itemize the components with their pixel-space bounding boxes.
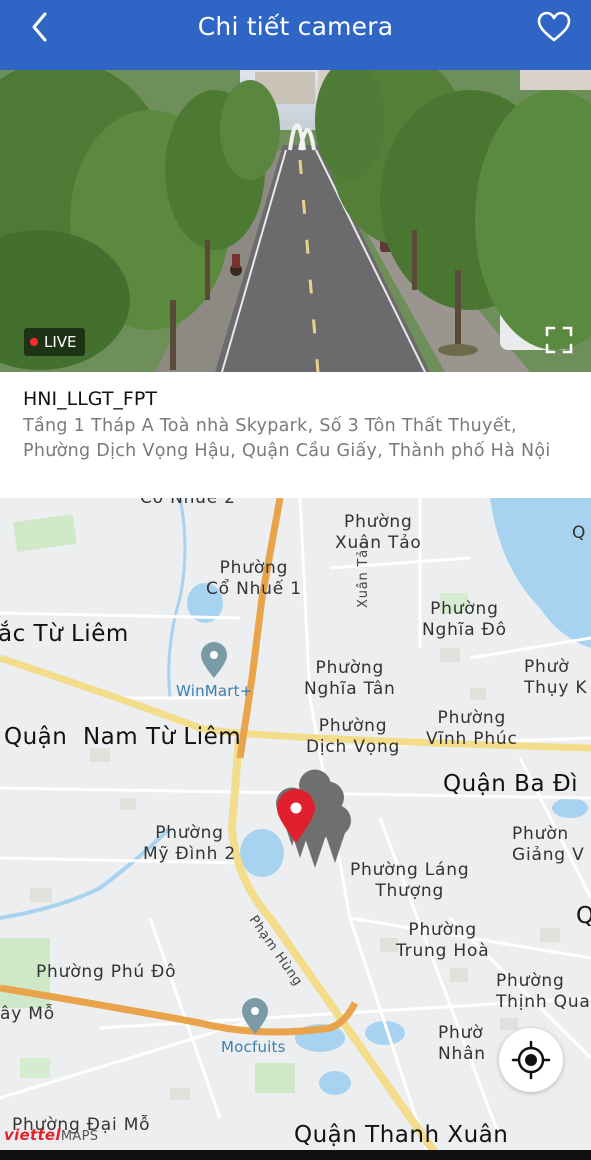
ward-label-nghia-do: Phường Nghĩa Đô bbox=[422, 599, 507, 640]
ward-label-trung-hoa: Phường Trung Hoà bbox=[396, 920, 490, 961]
district-label-nam-tu-liem: Quận Nam Từ Liêm bbox=[4, 724, 242, 750]
favorite-button[interactable] bbox=[536, 10, 572, 44]
ward-label-tay-mo: ây Mỗ bbox=[0, 1004, 55, 1024]
district-label-q-right: Q bbox=[576, 903, 591, 929]
app-header: Chi tiết camera bbox=[0, 0, 591, 70]
poi-label-winmart[interactable]: WinMart+ bbox=[176, 682, 253, 700]
ward-label-thuy-khue: Phườ Thụy K bbox=[524, 657, 588, 698]
ward-label-phu-do: Phường Phú Đô bbox=[36, 962, 177, 982]
camera-info-panel: HNI_LLGT_FPT Tầng 1 Tháp A Toà nhà Skypa… bbox=[0, 372, 591, 498]
brand-primary-text: viettel bbox=[4, 1126, 61, 1144]
district-label-ba-dinh: Quận Ba Đì bbox=[443, 771, 579, 797]
locate-me-button[interactable] bbox=[499, 1028, 563, 1092]
ward-label-lang-thuong: Phường Láng Thượng bbox=[350, 860, 470, 901]
poi-label-mocfuits[interactable]: Mocfuits bbox=[221, 1038, 286, 1056]
map-view[interactable]: Cổ Nhuế 2 Phường Xuân Tảo Phường Cổ Nhuế… bbox=[0, 498, 591, 1160]
fullscreen-button[interactable] bbox=[545, 326, 573, 354]
brand-secondary-text: MAPS bbox=[60, 1129, 99, 1144]
camera-name: HNI_LLGT_FPT bbox=[23, 388, 157, 410]
ward-label-co-nhue-2: Cổ Nhuế 2 bbox=[140, 498, 236, 508]
ward-label-nhan-chinh: Phườ Nhân bbox=[438, 1023, 486, 1064]
ward-label-my-dinh-2: Phường Mỹ Đình 2 bbox=[143, 823, 236, 864]
ward-label-co-nhue-1: Phường Cổ Nhuế 1 bbox=[206, 558, 302, 599]
ward-label-q-top: Q bbox=[572, 523, 587, 543]
heart-outline-icon bbox=[537, 11, 571, 42]
ward-label-dich-vong: Phường Dịch Vọng bbox=[306, 716, 401, 757]
camera-video-player[interactable]: LIVE bbox=[0, 70, 591, 372]
locate-crosshair-icon bbox=[511, 1040, 551, 1080]
ward-label-xuan-tao: Phường Xuân Tảo bbox=[335, 512, 422, 553]
viettel-maps-logo: viettelMAPS bbox=[4, 1126, 98, 1144]
fullscreen-icon bbox=[545, 326, 573, 354]
live-label: LIVE bbox=[44, 333, 77, 351]
camera-address: Tầng 1 Tháp A Toà nhà Skypark, Số 3 Tôn … bbox=[23, 416, 551, 461]
ward-label-thinh-quang: Phường Thịnh Quan bbox=[496, 971, 591, 1012]
street-label-xuan-tao: Xuân Tảo bbox=[356, 540, 371, 608]
live-indicator-dot bbox=[30, 338, 38, 346]
camera-feed-image bbox=[0, 70, 591, 372]
district-label-thanh-xuan: Quận Thanh Xuân bbox=[294, 1122, 509, 1148]
page-title: Chi tiết camera bbox=[197, 12, 394, 41]
district-label-bac-tu-liem: ắc Từ Liêm bbox=[0, 621, 129, 647]
bottom-edge-bar bbox=[0, 1150, 591, 1160]
ward-label-giang-vo: Phườn Giảng V bbox=[512, 824, 585, 865]
ward-label-vinh-phuc: Phường Vĩnh Phúc bbox=[426, 708, 518, 749]
live-badge: LIVE bbox=[24, 328, 85, 356]
ward-label-nghia-tan: Phường Nghĩa Tân bbox=[304, 658, 396, 699]
